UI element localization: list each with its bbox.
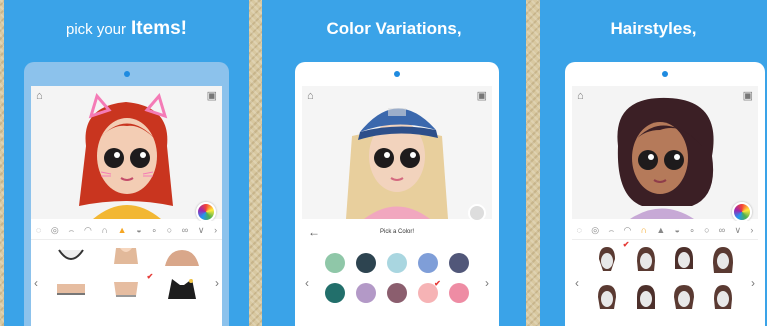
category-icon[interactable]: ⌢ <box>68 225 74 236</box>
item-jacket-dark[interactable] <box>158 276 206 300</box>
hairstyle-option[interactable] <box>704 282 743 312</box>
color-swatch[interactable] <box>417 253 438 273</box>
color-swatch[interactable] <box>325 283 346 303</box>
color-swatch[interactable] <box>448 253 469 273</box>
tablet-frame: ⌂ ▣ ← Pick a Color! ‹ › ✔ <box>295 62 499 326</box>
tablet-camera <box>123 71 130 77</box>
color-swatch[interactable] <box>325 253 346 273</box>
color-swatch-selected[interactable]: ✔ <box>417 279 441 303</box>
color-wheel-button[interactable] <box>196 202 216 222</box>
tablet-frame: ⌂ ▣ ◌ ◎ ⌢ ◠ ∩ ▲ ◒ ∘ ○ ∞ ∨ › ‹ › ✔ <box>565 62 765 326</box>
avatar-stage: ⌂ ▣ <box>572 86 758 222</box>
category-icon-active[interactable]: ∩ <box>641 225 647 235</box>
category-bar: ◌ ◎ ⌢ ◠ ∩ ▲ ◒ ∘ ○ ∞ ∨ › <box>31 221 222 240</box>
category-icon-active[interactable]: ▲ <box>118 225 127 235</box>
chevron-left-icon[interactable]: ‹ <box>34 276 38 290</box>
color-swatch[interactable] <box>386 253 407 273</box>
color-swatch[interactable] <box>356 253 377 273</box>
color-wheel-button[interactable] <box>468 204 486 222</box>
chevron-right-icon[interactable]: › <box>485 276 489 290</box>
panel-caption: Hairstyles, <box>610 19 697 38</box>
chevron-right-icon[interactable]: › <box>215 276 219 290</box>
color-picker-header: ← Pick a Color! <box>302 221 492 243</box>
caption-light: pick your <box>66 20 127 38</box>
panel-caption: pick your Items! <box>4 0 249 58</box>
promo-panel-hairstyles: Hairstyles, ⌂ ▣ ◌ ◎ ⌢ ◠ ∩ ▲ ◒ ∘ ○ ∞ ∨ › … <box>540 0 767 326</box>
caption-bold: Items! <box>131 18 187 39</box>
item-bikini-top[interactable] <box>47 244 95 268</box>
category-icon[interactable]: ∘ <box>689 225 695 236</box>
category-icon[interactable]: ◌ <box>36 225 41 235</box>
back-arrow-icon[interactable]: ← <box>308 225 320 239</box>
chevron-left-icon[interactable]: ‹ <box>575 276 579 290</box>
chevron-right-icon[interactable]: › <box>751 276 755 290</box>
color-picker-title: Pick a Color! <box>379 229 414 235</box>
avatar-stage: ⌂ ▣ <box>31 86 222 222</box>
category-icon[interactable]: ◒ <box>675 225 680 235</box>
avatar-blonde-cap <box>346 108 448 219</box>
category-icon[interactable]: ◎ <box>51 225 59 236</box>
category-icon[interactable]: ▲ <box>656 225 665 235</box>
hairstyle-option[interactable] <box>665 282 704 312</box>
hairstyle-option[interactable] <box>627 244 666 274</box>
hairstyle-option[interactable] <box>588 282 627 312</box>
chevron-right-icon[interactable]: › <box>750 225 753 235</box>
avatar-redhead-cat <box>79 92 173 219</box>
promo-panel-colors: Color Variations, ⌂ ▣ ← Pick a Color! ‹ … <box>262 0 526 326</box>
item-shoulder-top[interactable] <box>158 244 206 268</box>
category-icon[interactable]: ∨ <box>734 225 741 236</box>
category-icon[interactable]: ○ <box>704 225 709 235</box>
tablet-camera <box>394 71 400 77</box>
selected-check-icon: ✔ <box>146 272 154 281</box>
category-icon[interactable]: ◎ <box>591 225 599 236</box>
category-icon[interactable]: ○ <box>167 225 172 235</box>
category-icon[interactable]: ∩ <box>102 225 108 235</box>
panel-caption: Color Variations, <box>326 19 462 38</box>
category-icon[interactable]: ⌢ <box>608 225 614 236</box>
promo-panel-items: pick your Items! ⌂ ▣ ◌ ◎ ⌢ ◠ ∩ ▲ ◒ ∘ ○ ∞… <box>4 0 249 326</box>
hairstyle-option[interactable] <box>704 244 743 274</box>
color-swatch[interactable] <box>448 283 469 303</box>
selected-check-icon: ✔ <box>434 279 441 288</box>
category-bar: ◌ ◎ ⌢ ◠ ∩ ▲ ◒ ∘ ○ ∞ ∨ › <box>572 221 758 240</box>
tablet-frame: ⌂ ▣ ◌ ◎ ⌢ ◠ ∩ ▲ ◒ ∘ ○ ∞ ∨ › ‹ › ✔ <box>24 62 229 326</box>
chevron-left-icon[interactable]: ‹ <box>305 276 309 290</box>
color-swatch[interactable] <box>386 283 407 303</box>
app-screen: ⌂ ▣ ← Pick a Color! ‹ › ✔ <box>302 86 492 326</box>
color-swatch[interactable] <box>356 283 377 303</box>
color-wheel-button[interactable] <box>732 202 752 222</box>
category-icon[interactable]: ∘ <box>151 225 157 236</box>
avatar-stage: ⌂ ▣ <box>302 86 492 222</box>
tablet-camera <box>662 71 668 77</box>
item-crop-top[interactable] <box>103 244 151 268</box>
category-icon[interactable]: ∞ <box>182 225 188 235</box>
category-icon[interactable]: ◠ <box>624 225 632 236</box>
category-icon[interactable]: ∨ <box>198 225 205 236</box>
hairstyle-option[interactable] <box>627 282 666 312</box>
category-icon[interactable]: ◒ <box>136 225 141 235</box>
item-tube-top[interactable]: ✔ <box>103 272 153 300</box>
hairstyle-option-selected[interactable]: ✔ <box>588 240 630 274</box>
chevron-right-icon[interactable]: › <box>214 225 217 235</box>
category-icon[interactable]: ◌ <box>577 225 582 235</box>
items-grid: ✔ <box>47 244 206 300</box>
avatar-dark-curls <box>617 97 714 219</box>
app-screen: ⌂ ▣ ◌ ◎ ⌢ ◠ ∩ ▲ ◒ ∘ ○ ∞ ∨ › ‹ › ✔ <box>572 86 758 326</box>
color-swatch-grid: ✔ <box>320 253 474 303</box>
app-screen: ⌂ ▣ ◌ ◎ ⌢ ◠ ∩ ▲ ◒ ∘ ○ ∞ ∨ › ‹ › ✔ <box>31 86 222 326</box>
category-icon[interactable]: ∞ <box>719 225 725 235</box>
hairstyle-grid: ✔ <box>588 240 743 312</box>
item-bandeau[interactable] <box>47 276 95 300</box>
hairstyle-option[interactable] <box>665 244 704 274</box>
category-icon[interactable]: ◠ <box>84 225 92 236</box>
